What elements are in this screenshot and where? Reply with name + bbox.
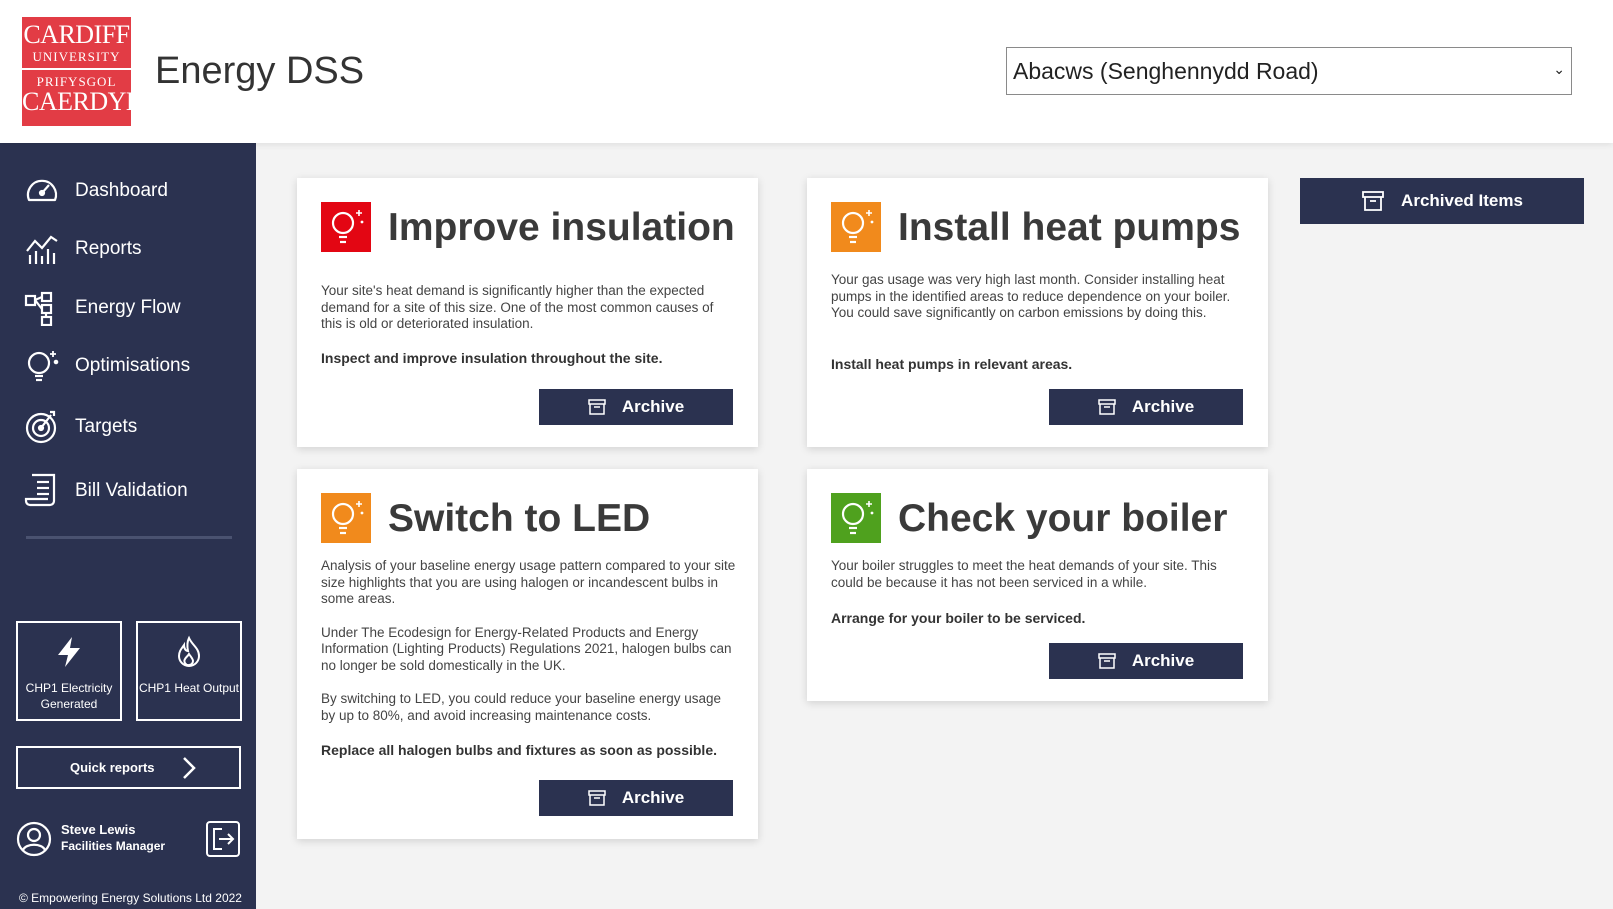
user-name: Steve Lewis — [61, 822, 136, 837]
chart-icon — [26, 235, 58, 264]
target-icon — [25, 410, 57, 444]
archive-icon — [588, 790, 606, 806]
logo-line-4: CAERDYD — [22, 87, 145, 116]
sidebar-item-energy-flow[interactable]: Energy Flow — [24, 288, 181, 328]
card-action: Install heat pumps in relevant areas. — [831, 356, 1073, 372]
quick-reports-button[interactable]: Quick reports — [16, 746, 241, 789]
archive-label: Archive — [1131, 397, 1195, 416]
archive-icon — [1098, 653, 1116, 669]
user-avatar-icon[interactable] — [16, 821, 52, 857]
lightbulb-badge-icon — [831, 493, 881, 543]
quick-reports-label: Quick reports — [70, 760, 155, 775]
lightbulb-icon — [27, 351, 59, 382]
archive-icon — [1098, 399, 1116, 415]
user-panel: Steve Lewis Facilities Manager — [16, 819, 241, 865]
tile-chp1-electricity[interactable]: CHP1 Electricity Generated — [16, 621, 122, 721]
receipt-icon — [24, 473, 56, 507]
sidebar-item-optimisations[interactable]: Optimisations — [24, 346, 190, 386]
card-body: Analysis of your baseline energy usage p… — [321, 558, 738, 741]
logout-icon — [213, 828, 235, 850]
sidebar-item-bill-validation[interactable]: Bill Validation — [24, 471, 188, 511]
archived-items-button[interactable]: Archived Items — [1300, 178, 1584, 224]
card-action: Arrange for your boiler to be serviced. — [831, 610, 1086, 626]
tile-label: CHP1 Heat Output — [138, 681, 240, 695]
card-paragraph: Your boiler struggles to meet the heat d… — [831, 558, 1217, 590]
logo-divider — [22, 68, 131, 70]
lightbulb-badge-icon — [831, 202, 881, 252]
lightbulb-badge-icon — [321, 202, 371, 252]
archive-button[interactable]: Archive — [1049, 643, 1243, 679]
lightbulb-badge-icon — [321, 493, 371, 543]
sidebar-item-label: Reports — [75, 238, 142, 259]
sidebar-item-reports[interactable]: Reports — [24, 229, 142, 269]
archive-label: Archive — [621, 397, 685, 416]
card-title: Improve insulation — [388, 206, 735, 249]
archive-icon — [1362, 191, 1384, 211]
card-action: Inspect and improve insulation throughou… — [321, 350, 663, 366]
flame-icon — [177, 635, 201, 667]
logo-line-1: CARDIFF — [23, 20, 130, 49]
logo-line-2: UNIVERSITY — [32, 49, 121, 64]
app-title: Energy DSS — [155, 50, 365, 92]
card-paragraph: Under The Ecodesign for Energy-Related P… — [321, 624, 732, 673]
card-paragraph: Your site's heat demand is significantly… — [321, 283, 714, 331]
card-paragraph: Analysis of your baseline energy usage p… — [321, 558, 736, 606]
header: CARDIFF UNIVERSITY PRIFYSGOL CAERDYD Ene… — [0, 0, 1613, 143]
cardiff-university-logo[interactable]: CARDIFF UNIVERSITY PRIFYSGOL CAERDYD — [22, 17, 145, 126]
sidebar-item-dashboard[interactable]: Dashboard — [24, 171, 168, 211]
chevron-down-icon: ⌄ — [1553, 61, 1565, 77]
archive-button[interactable]: Archive — [539, 389, 733, 425]
site-select[interactable]: Abacws (Senghennydd Road) ⌄ — [1006, 47, 1572, 95]
copyright: © Empowering Energy Solutions Ltd 2022 — [19, 891, 242, 905]
archive-icon — [588, 399, 606, 415]
card-body: Your boiler struggles to meet the heat d… — [831, 558, 1248, 608]
tile-label: CHP1 Electricity Generated — [25, 681, 113, 711]
card-body: Your site's heat demand is significantly… — [321, 283, 738, 350]
site-select-value: Abacws (Senghennydd Road) — [1013, 57, 1319, 84]
recommendation-card-insulation: Improve insulation Your site's heat dema… — [297, 178, 758, 447]
sidebar-item-label: Optimisations — [75, 355, 191, 376]
recommendation-card-led: Switch to LED Analysis of your baseline … — [297, 469, 758, 839]
archive-label: Archive — [621, 788, 685, 807]
archive-button[interactable]: Archive — [1049, 389, 1243, 425]
user-role: Facilities Manager — [61, 839, 166, 853]
archived-items-label: Archived Items — [1401, 191, 1523, 210]
sidebar-item-label: Targets — [75, 416, 138, 437]
lightning-icon — [58, 637, 80, 667]
flow-diagram-icon — [24, 291, 53, 326]
recommendation-card-boiler: Check your boiler Your boiler struggles … — [807, 469, 1268, 701]
speedometer-icon — [26, 179, 58, 202]
recommendation-card-heat-pumps: Install heat pumps Your gas usage was ve… — [807, 178, 1268, 447]
card-action: Replace all halogen bulbs and fixtures a… — [321, 742, 717, 758]
sidebar: Dashboard Reports Energy Flow Optimisati… — [0, 143, 256, 909]
card-title: Check your boiler — [898, 497, 1228, 540]
archive-label: Archive — [1131, 651, 1195, 670]
sidebar-item-label: Energy Flow — [75, 297, 181, 318]
sidebar-item-targets[interactable]: Targets — [24, 407, 137, 447]
sidebar-item-label: Dashboard — [75, 180, 168, 201]
tile-chp1-heat[interactable]: CHP1 Heat Output — [136, 621, 242, 721]
card-paragraph: Your gas usage was very high last month.… — [831, 272, 1231, 320]
sidebar-divider — [26, 536, 232, 539]
card-title: Switch to LED — [388, 497, 651, 540]
sidebar-item-label: Bill Validation — [75, 480, 188, 501]
archive-button[interactable]: Archive — [539, 780, 733, 816]
logout-button[interactable] — [206, 821, 240, 857]
card-paragraph: By switching to LED, you could reduce yo… — [321, 691, 721, 723]
chevron-right-icon — [183, 757, 196, 779]
card-title: Install heat pumps — [898, 206, 1241, 249]
card-body: Your gas usage was very high last month.… — [831, 272, 1248, 339]
